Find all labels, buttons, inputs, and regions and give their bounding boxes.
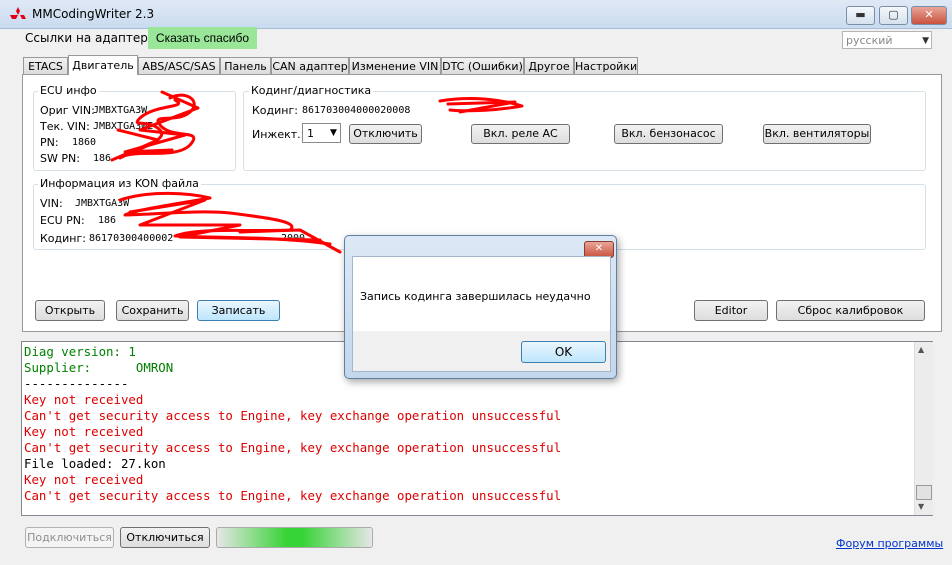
ecu-info-title: ECU инфо [38, 84, 99, 97]
scroll-up-icon[interactable]: ▲ [918, 345, 924, 354]
say-thanks-button[interactable]: Сказать спасибо [148, 27, 257, 49]
disconnect-button[interactable]: Отключиться [120, 527, 210, 548]
coding-diag-title: Кодинг/диагностика [249, 84, 374, 97]
editor-button[interactable]: Editor [694, 300, 768, 321]
window-title: MMCodingWriter 2.3 [32, 7, 155, 21]
tab-etacs[interactable]: ETACS [23, 57, 68, 74]
pn-label: PN: [40, 136, 59, 149]
maximize-button[interactable]: ▢ [879, 6, 908, 25]
coding-label: Кодинг: [252, 104, 298, 117]
tab-abs[interactable]: ABS/ASC/SAS [138, 57, 220, 74]
language-value: русский [846, 34, 893, 47]
kon-coding-value: 86170300400002 [89, 233, 174, 244]
log-line: File loaded: 27.kon [24, 456, 166, 471]
fuel-pump-button[interactable]: Вкл. бензонасос [614, 124, 723, 144]
connect-button[interactable]: Подключиться [25, 527, 114, 548]
cur-vin-value: JMBXTGA3WE [93, 121, 154, 132]
dialog-footer: OK [352, 331, 611, 372]
write-button[interactable]: Записать [197, 300, 280, 321]
kon-vin-value: JMBXTGA3W [75, 198, 130, 209]
log-line: Can't get security access to Engine, key… [24, 408, 562, 423]
kon-vin-label: VIN: [40, 197, 63, 210]
tab-settings[interactable]: Настройки [574, 57, 638, 74]
log-line: Can't get security access to Engine, key… [24, 488, 562, 503]
log-scrollbar[interactable]: ▲ ▼ [914, 342, 933, 515]
tab-engine[interactable]: Двигатель [68, 55, 138, 75]
log-line: Key not received [24, 472, 144, 487]
chevron-down-icon: ▼ [922, 36, 929, 46]
language-select[interactable]: русский ▼ [842, 31, 932, 49]
message-dialog: ✕ Запись кодинга завершилась неудачно OK [344, 235, 617, 379]
dialog-message: Запись кодинга завершилась неудачно [360, 290, 591, 303]
progress-fill [217, 528, 372, 547]
tab-can-adapter[interactable]: CAN адаптер [271, 57, 349, 74]
scroll-thumb[interactable] [916, 485, 932, 500]
tab-change-vin[interactable]: Изменение VIN [349, 57, 441, 74]
disable-injector-button[interactable]: Отключить [349, 124, 422, 144]
fans-button[interactable]: Вкл. вентиляторы [763, 124, 871, 144]
log-line: Key not received [24, 392, 144, 407]
close-button[interactable]: ✕ [911, 6, 947, 25]
ok-button[interactable]: OK [521, 341, 606, 363]
coding-value: 861703004000020008 [302, 105, 411, 116]
dialog-body: Запись кодинга завершилась неудачно [352, 256, 611, 333]
ac-relay-button[interactable]: Вкл. реле АС [471, 124, 570, 144]
save-button[interactable]: Сохранить [116, 300, 189, 321]
minimize-button[interactable]: ▬ [846, 6, 875, 25]
tab-other[interactable]: Другое [524, 57, 574, 74]
tab-panel[interactable]: Панель [220, 57, 271, 74]
swpn-value: 186 [93, 153, 112, 164]
kon-coding-tail: 2000 [281, 233, 306, 244]
swpn-label: SW PN: [40, 152, 80, 165]
progress-bar [216, 527, 373, 548]
chevron-down-icon: ▼ [330, 128, 337, 138]
scroll-down-icon[interactable]: ▼ [918, 502, 924, 511]
orig-vin-label: Ориг VIN: [40, 104, 95, 117]
injector-value: 1 [307, 127, 314, 140]
kon-coding-label: Кодинг: [40, 232, 86, 245]
tab-dtc[interactable]: DTC (Ошибки) [441, 57, 524, 74]
injector-select[interactable]: 1 ▼ [302, 123, 341, 143]
injector-label: Инжект.: [252, 128, 305, 141]
adapter-links-label[interactable]: Ссылки на адаптеры [25, 31, 157, 45]
open-button[interactable]: Открыть [35, 300, 105, 321]
forum-link[interactable]: Форум программы [836, 537, 943, 550]
title-bar: MMCodingWriter 2.3 ▬ ▢ ✕ [0, 0, 952, 29]
pn-value: 1860 [72, 137, 97, 148]
kon-info-title: Информация из KON файла [38, 177, 201, 190]
reset-calibrations-button[interactable]: Сброс калибровок [776, 300, 925, 321]
kon-ecupn-label: ECU PN: [40, 214, 85, 227]
orig-vin-value: JMBXTGA3W [93, 105, 148, 116]
log-line: Can't get security access to Engine, key… [24, 440, 562, 455]
cur-vin-label: Тек. VIN: [40, 120, 90, 133]
kon-ecupn-value: 186 [98, 215, 117, 226]
mitsubishi-logo-icon [10, 7, 26, 19]
log-line: Key not received [24, 424, 144, 439]
